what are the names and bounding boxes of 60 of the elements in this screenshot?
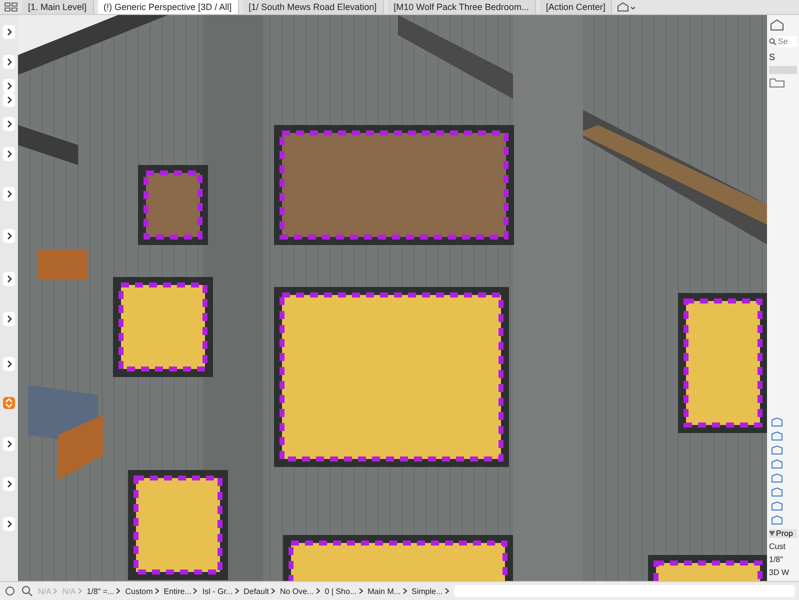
status-control[interactable]: 0 | Sho... [324,586,357,596]
status-control[interactable]: Entire... [164,586,192,596]
folder-icon[interactable] [769,78,785,88]
property-value: Cust [769,542,786,551]
status-control[interactable]: No Ove... [280,586,314,596]
chevron-icon[interactable] [234,588,239,594]
chevron-icon[interactable] [193,588,198,594]
chevron-icon[interactable] [3,357,15,371]
stepper-icon[interactable] [3,397,15,409]
chevron-icon[interactable] [116,588,120,594]
view-icon[interactable] [769,459,783,469]
chevron-icon[interactable] [402,588,407,594]
chevron-icon[interactable] [3,117,15,131]
status-control[interactable]: Default [244,586,269,596]
chevron-icon[interactable] [444,588,449,594]
chevron-icon[interactable] [3,79,15,93]
chevron-icon[interactable] [3,55,15,69]
view-tab[interactable]: (!) Generic Perspective [3D / All] [98,0,239,14]
chevron-icon[interactable] [3,477,15,491]
zoom-icon[interactable] [21,585,33,597]
chevron-icon[interactable] [316,588,320,594]
tree-item[interactable]: S [769,52,797,62]
property-value: 3D W [769,568,790,577]
status-control[interactable]: Main M... [368,586,401,596]
status-control[interactable]: 1/8" =... [86,586,114,596]
chevron-icon[interactable] [3,437,15,451]
view-icon[interactable] [769,431,783,441]
chevron-icon[interactable] [3,187,15,201]
chevron-icon[interactable] [154,588,159,594]
view-icon[interactable] [769,515,783,525]
view-icon[interactable] [769,473,783,483]
status-control[interactable]: Simple... [412,586,443,596]
property-value: 1/8" [769,555,784,564]
view-tab[interactable]: [M10 Wolf Pack Three Bedroom... [388,0,536,14]
search-icon [769,38,776,45]
view-icon[interactable] [769,487,783,497]
grid-icon[interactable] [4,2,18,12]
view-tab[interactable]: [Action Center] [540,0,612,14]
house-icon[interactable] [616,2,636,12]
chevron-icon[interactable] [3,25,15,39]
view-icon[interactable] [769,445,783,455]
view-tab[interactable]: [1. Main Level] [22,0,94,14]
chevron-icon[interactable] [3,93,15,107]
chevron-icon[interactable] [358,588,363,594]
chevron-icon[interactable] [3,312,15,326]
rotate-icon[interactable] [4,585,16,597]
chevron-icon[interactable] [3,272,15,286]
chevron-icon[interactable] [3,229,15,243]
status-control[interactable]: Custom [125,586,153,596]
chevron-icon[interactable] [3,517,15,531]
view-icon[interactable] [769,417,783,427]
search-field[interactable]: Se [777,36,797,47]
chevron-icon[interactable] [3,147,15,161]
triangle-icon [769,531,775,536]
view-icon[interactable] [769,501,783,511]
status-control[interactable]: Isl - Gr... [202,586,233,596]
chevron-icon[interactable] [270,588,275,594]
house-icon[interactable] [769,19,785,31]
view-tab[interactable]: [1/ South Mews Road Elevation] [242,0,384,14]
properties-header[interactable]: Prop [769,529,797,538]
